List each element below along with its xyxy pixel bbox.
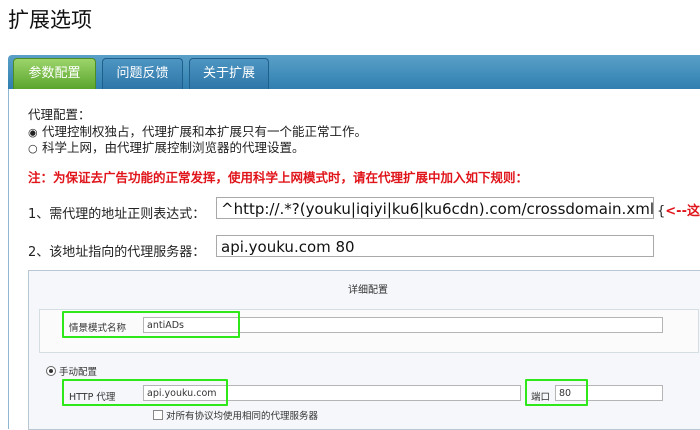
regex-field[interactable]: ^http://.*?(youku|iqiyi|ku6|ku6cdn).com/… xyxy=(216,197,654,219)
tab-about[interactable]: 关于扩展 xyxy=(189,58,269,89)
rule1-note: {<--这 xyxy=(657,204,700,219)
same-proxy-checkbox-icon xyxy=(153,410,163,420)
proxy-option-vpn[interactable]: ○ 科学上网，由代理扩展控制浏览器的代理设置。 xyxy=(28,137,305,156)
tab-feedback[interactable]: 问题反馈 xyxy=(102,58,183,89)
screenshot-header: 详细配置 xyxy=(348,285,388,296)
highlight-box-port xyxy=(525,379,588,406)
tab-bar: 参数配置 问题反馈 关于扩展 xyxy=(8,55,700,89)
rule1-label: 1、需代理的地址正则表达式： xyxy=(28,207,206,222)
highlight-box-scene xyxy=(62,311,240,338)
radio-unselected-icon[interactable]: ○ xyxy=(28,142,42,155)
notice-text: 注：为保证去广告功能的正常发挥，使用科学上网模式时，请在代理扩展中加入如下规则： xyxy=(28,170,529,185)
tab-params[interactable]: 参数配置 xyxy=(13,58,96,89)
manual-label: 手动配置 xyxy=(59,367,98,378)
proxy-server-field[interactable]: api.youku.com 80 xyxy=(216,235,654,257)
highlight-box-http xyxy=(62,379,228,406)
page-title: 扩展选项 xyxy=(8,8,92,32)
manual-radio-icon xyxy=(46,366,56,376)
same-proxy-label: 对所有协议均使用相同的代理服务器 xyxy=(166,411,319,422)
proxy-option-vpn-label: 科学上网，由代理扩展控制浏览器的代理设置。 xyxy=(42,140,305,155)
config-screenshot: 详细配置 情景模式名称 antiADs 手动配置 HTTP 代理 api.you… xyxy=(28,270,700,430)
rule2-label: 2、该地址指向的代理服务器： xyxy=(28,245,206,260)
